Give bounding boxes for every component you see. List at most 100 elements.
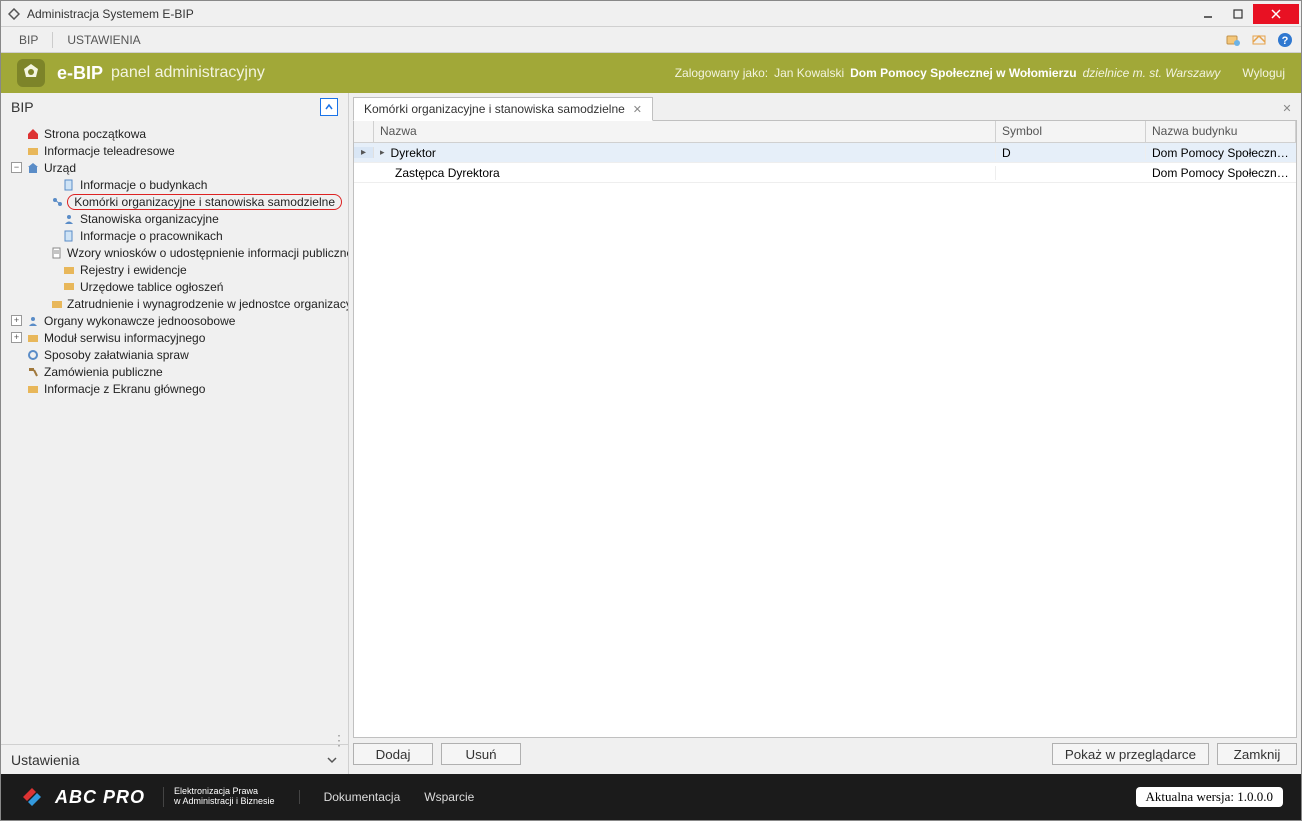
tree-sposoby[interactable]: Sposoby załatwiania spraw	[7, 346, 342, 363]
footer-support-link[interactable]: Wsparcie	[424, 790, 474, 804]
menu-sep	[52, 32, 53, 48]
minimize-button[interactable]	[1193, 4, 1223, 24]
cell-name: Zastępca Dyrektora	[395, 166, 500, 180]
tree-zatrudnienie[interactable]: Zatrudnienie i wynagrodzenie w jednostce…	[7, 295, 342, 312]
footer-version: Aktualna wersja: 1.0.0.0	[1136, 787, 1283, 807]
tree-start[interactable]: Strona początkowa	[7, 125, 342, 142]
tree-zamowienia[interactable]: Zamówienia publiczne	[7, 363, 342, 380]
cell-building: Dom Pomocy Społecznej ...	[1146, 166, 1296, 180]
tree-stanowiska[interactable]: Stanowiska organizacyjne	[7, 210, 342, 227]
row-indicator: ▸	[354, 147, 374, 158]
close-button[interactable]	[1253, 4, 1299, 24]
button-row: Dodaj Usuń Pokaż w przeglądarce Zamknij	[353, 738, 1297, 770]
remove-button[interactable]: Usuń	[441, 743, 521, 765]
maximize-button[interactable]	[1223, 4, 1253, 24]
login-label: Zalogowany jako:	[675, 66, 768, 80]
menu-settings[interactable]: USTAWIENIA	[57, 30, 150, 50]
cell-symbol: D	[996, 146, 1146, 160]
sidebar-header: BIP	[1, 93, 348, 121]
row-selector-header	[354, 121, 374, 142]
folder-icon	[26, 382, 40, 396]
tree-organy[interactable]: +Organy wykonawcze jednoosobowe	[7, 312, 342, 329]
brand-mark-icon	[19, 784, 45, 810]
tab-close-icon[interactable]: ✕	[633, 103, 642, 116]
svg-text:?: ?	[1282, 35, 1289, 47]
cell-building: Dom Pomocy Społecznej ...	[1146, 146, 1296, 160]
table-row[interactable]: ▸ ▸ Dyrektor D Dom Pomocy Społecznej ...	[354, 143, 1296, 163]
tree-modul[interactable]: +Moduł serwisu informacyjnego	[7, 329, 342, 346]
help-icon[interactable]: ?	[1277, 32, 1293, 48]
folder-icon	[51, 297, 63, 311]
window-title: Administracja Systemem E-BIP	[27, 7, 1193, 21]
close-tab-button[interactable]: Zamknij	[1217, 743, 1297, 765]
expand-toggle[interactable]: +	[11, 332, 22, 343]
building-icon	[26, 161, 40, 175]
sidebar-collapse-button[interactable]	[320, 98, 338, 116]
menu-bip[interactable]: BIP	[9, 30, 48, 50]
banner-logo	[17, 59, 45, 87]
sidebar-footer-settings[interactable]: Ustawienia	[1, 744, 348, 774]
col-name[interactable]: Nazwa	[374, 121, 996, 142]
tree-rejestry[interactable]: Rejestry i ewidencje	[7, 261, 342, 278]
folder-icon	[62, 263, 76, 277]
tab-active[interactable]: Komórki organizacyjne i stanowiska samod…	[353, 97, 653, 121]
col-building[interactable]: Nazwa budynku	[1146, 121, 1296, 142]
add-button[interactable]: Dodaj	[353, 743, 433, 765]
logout-link[interactable]: Wyloguj	[1242, 66, 1285, 80]
banner-subtitle: panel administracyjny	[111, 64, 265, 82]
login-org: Dom Pomocy Społecznej w Wołomierzu	[850, 66, 1076, 80]
sidebar-splitter[interactable]: ⋮	[1, 736, 348, 744]
tree-pracownicy[interactable]: Informacje o pracownikach	[7, 227, 342, 244]
doc-icon	[62, 178, 76, 192]
chevron-down-icon	[326, 754, 338, 766]
tabs-close-all[interactable]: ✕	[1277, 97, 1297, 120]
form-icon	[51, 246, 63, 260]
col-symbol[interactable]: Symbol	[996, 121, 1146, 142]
row-expand-icon[interactable]: ▸	[380, 147, 385, 158]
preview-button[interactable]: Pokaż w przeglądarce	[1052, 743, 1209, 765]
folder-icon	[26, 331, 40, 345]
footer: ABC PRO Elektronizacja Prawa w Administr…	[1, 774, 1301, 820]
footer-brand: ABC PRO	[55, 787, 145, 808]
sidebar: BIP Strona początkowa Informacje teleadr…	[1, 93, 349, 774]
toolbar-icon-1[interactable]	[1225, 32, 1241, 48]
app-icon	[7, 7, 21, 21]
footer-tagline: Elektronizacja Prawa w Administracji i B…	[163, 787, 275, 807]
grid-header: Nazwa Symbol Nazwa budynku	[354, 121, 1296, 143]
org-icon	[51, 195, 63, 209]
sidebar-title: BIP	[11, 99, 34, 115]
hammer-icon	[26, 365, 40, 379]
data-grid: Nazwa Symbol Nazwa budynku ▸ ▸ Dyrektor D…	[353, 121, 1297, 738]
menubar: BIP USTAWIENIA ?	[1, 27, 1301, 53]
cell-name: Dyrektor	[391, 146, 436, 160]
tree-budynki[interactable]: Informacje o budynkach	[7, 176, 342, 193]
banner-title: e-BIP	[57, 63, 103, 84]
footer-doc-link[interactable]: Dokumentacja	[324, 790, 401, 804]
tree-urzad[interactable]: −Urząd	[7, 159, 342, 176]
table-row[interactable]: Zastępca Dyrektora Dom Pomocy Społecznej…	[354, 163, 1296, 183]
info-icon	[62, 229, 76, 243]
person-icon	[62, 212, 76, 226]
tree-ekran[interactable]: Informacje z Ekranu głównego	[7, 380, 342, 397]
board-icon	[62, 280, 76, 294]
expand-toggle[interactable]: −	[11, 162, 22, 173]
footer-logo: ABC PRO Elektronizacja Prawa w Administr…	[19, 784, 275, 810]
folder-icon	[26, 144, 40, 158]
nav-tree: Strona początkowa Informacje teleadresow…	[1, 121, 348, 736]
gear-icon	[26, 348, 40, 362]
grid-body: ▸ ▸Dyrektor D Dom Pomocy Społecznej ... …	[354, 143, 1296, 737]
login-org-suffix: dzielnice m. st. Warszawy	[1083, 66, 1221, 80]
tree-komorki[interactable]: Komórki organizacyjne i stanowiska samod…	[7, 193, 342, 210]
banner: e-BIP panel administracyjny Zalogowany j…	[1, 53, 1301, 93]
tree-tablice[interactable]: Urzędowe tablice ogłoszeń	[7, 278, 342, 295]
login-user: Jan Kowalski	[774, 66, 844, 80]
window-titlebar: Administracja Systemem E-BIP	[1, 1, 1301, 27]
tab-title: Komórki organizacyjne i stanowiska samod…	[364, 102, 625, 116]
home-icon	[26, 127, 40, 141]
toolbar-icon-2[interactable]	[1251, 32, 1267, 48]
tree-wzory[interactable]: Wzory wniosków o udostępnienie informacj…	[7, 244, 342, 261]
main-area: Komórki organizacyjne i stanowiska samod…	[349, 93, 1301, 774]
expand-toggle[interactable]: +	[11, 315, 22, 326]
person-icon	[26, 314, 40, 328]
tree-info-tele[interactable]: Informacje teleadresowe	[7, 142, 342, 159]
